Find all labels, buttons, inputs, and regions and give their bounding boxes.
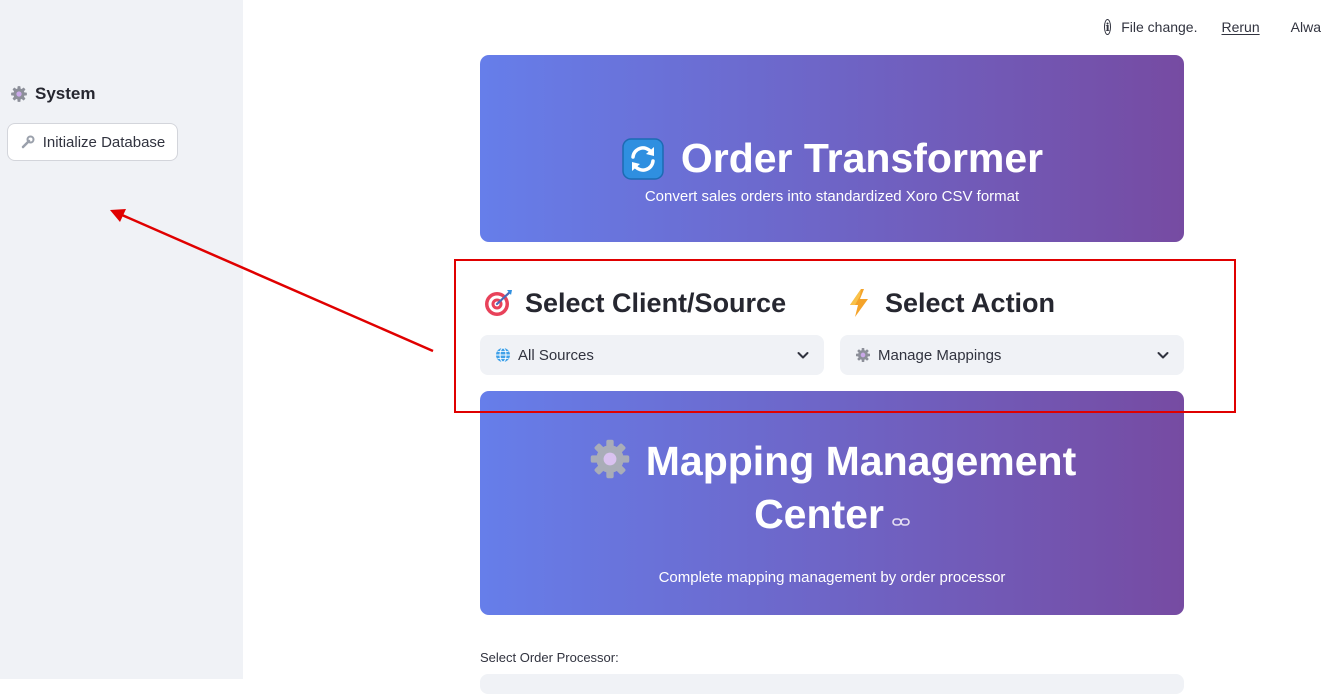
client-source-value: All Sources [518,346,594,364]
rerun-button[interactable]: Rerun [1222,19,1260,35]
sidebar-heading: System [10,84,95,104]
always-rerun-button[interactable]: Alwa [1291,19,1321,35]
link-icon[interactable] [892,516,910,528]
gear-icon [590,439,629,479]
action-value: Manage Mappings [878,346,1002,364]
wrench-icon [21,135,35,149]
action-select[interactable]: Manage Mappings [840,335,1184,375]
globe-icon [496,347,510,363]
select-action-heading: Select Action [843,287,1055,319]
file-change-status: File change. [1121,19,1198,35]
mapping-subtitle: Complete mapping management by order pro… [658,569,1006,586]
mapping-title-line2: Center [754,491,884,537]
sidebar: System Initialize Database [0,0,243,679]
target-icon [485,290,512,316]
mapping-management-banner: Mapping Management Center Complete mappi… [480,391,1184,615]
select-client-heading-text: Select Client/Source [525,287,787,318]
info-icon: i [1104,19,1112,35]
sidebar-heading-label: System [35,84,96,103]
chevron-down-icon [1157,352,1169,359]
order-processor-label: Select Order Processor: [480,650,619,665]
mapping-title: Mapping Management Center [480,435,1184,541]
page-title: Order Transformer [480,135,1184,182]
page-title-text: Order Transformer [680,135,1044,181]
gear-icon [856,348,870,362]
select-client-heading: Select Client/Source [483,287,786,319]
lightning-icon [850,289,868,317]
order-processor-select[interactable] [480,674,1184,694]
page-subtitle: Convert sales orders into standardized X… [644,188,1020,205]
select-action-heading-text: Select Action [885,287,1056,318]
initialize-database-button[interactable]: Initialize Database [7,123,178,161]
initialize-database-label: Initialize Database [42,133,166,151]
top-toolbar: i File change. Rerun Alwa [1104,18,1321,36]
chevron-down-icon [797,352,809,359]
mapping-title-line1: Mapping Management [645,438,1077,484]
gear-icon [11,86,27,102]
order-transformer-banner: Order Transformer Convert sales orders i… [480,55,1184,242]
client-source-select[interactable]: All Sources [480,335,824,375]
refresh-icon [622,137,664,180]
